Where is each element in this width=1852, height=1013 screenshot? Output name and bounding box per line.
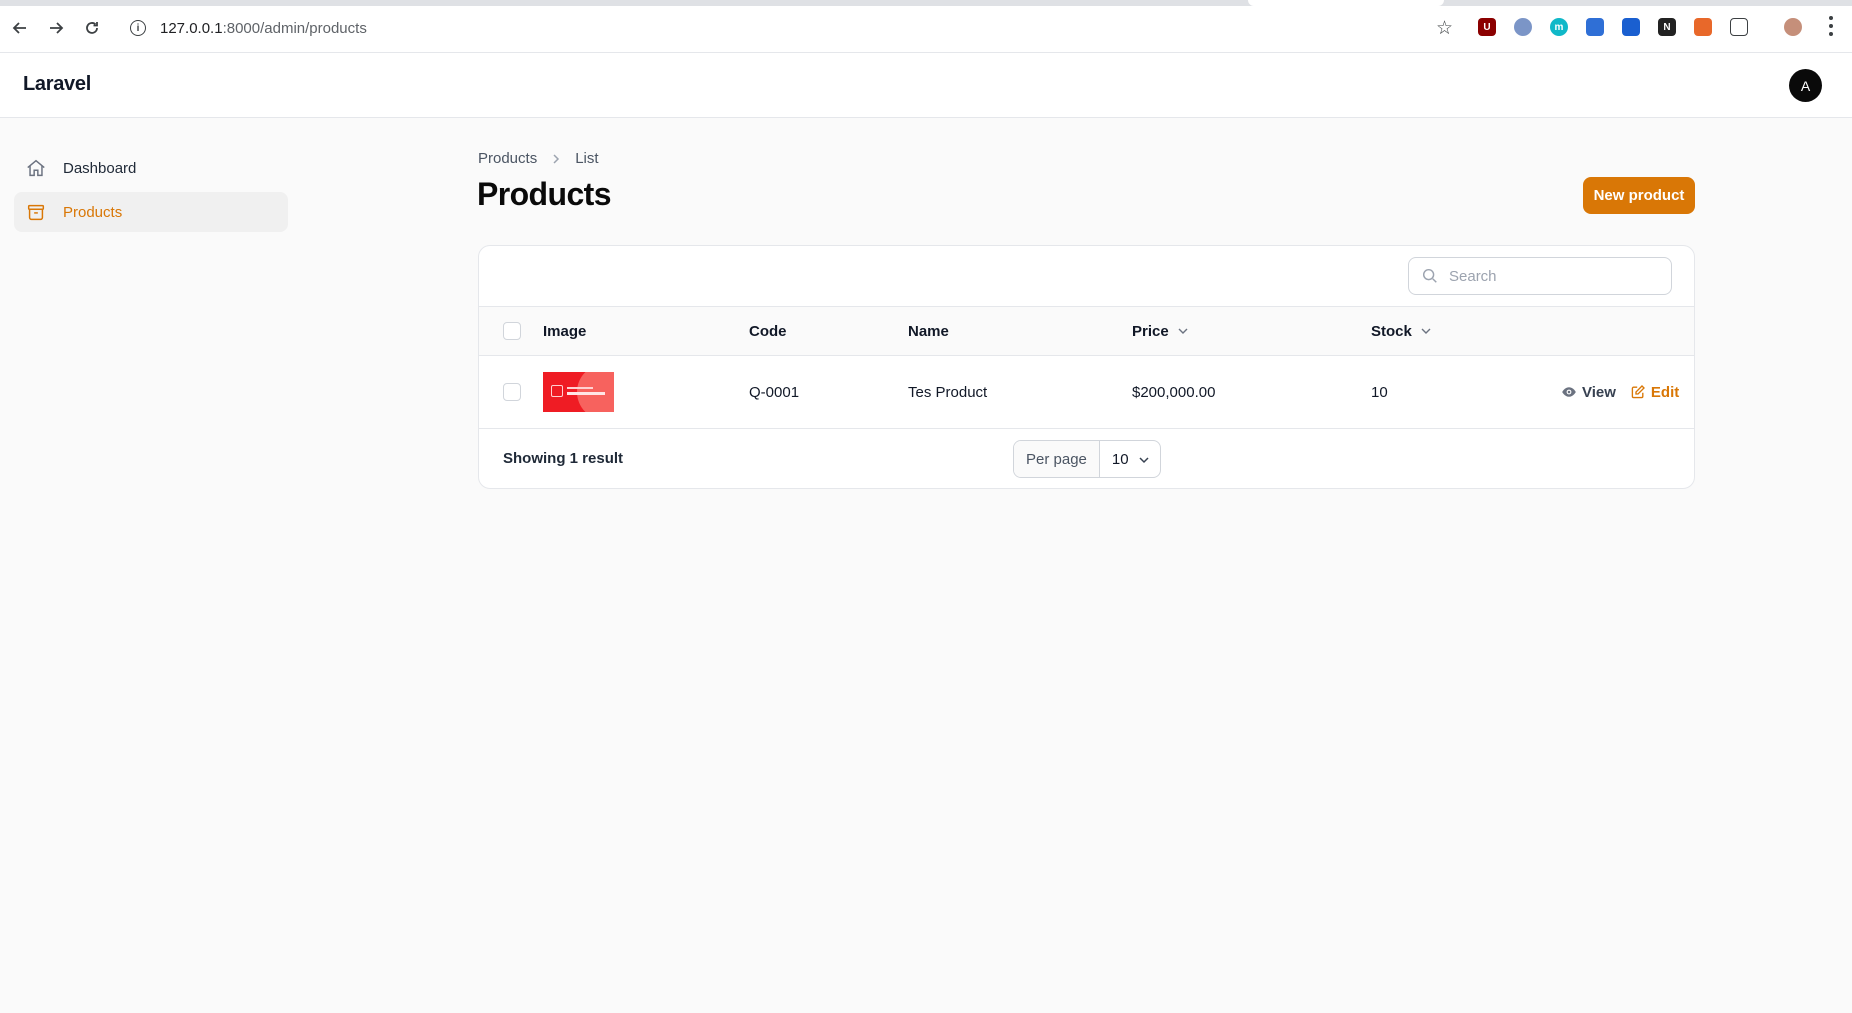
eye-icon: [1562, 387, 1576, 397]
name-cell: Tes Product: [908, 383, 988, 401]
chevron-right-icon: [551, 151, 561, 167]
code-cell: Q-0001: [749, 383, 800, 401]
sidebar-item-label: Products: [63, 203, 123, 221]
row-checkbox[interactable]: [503, 383, 521, 401]
forward-arrow-icon[interactable]: [44, 16, 68, 40]
stock-cell: 10: [1371, 383, 1388, 401]
edit-label: Edit: [1650, 383, 1680, 401]
back-arrow-icon[interactable]: [8, 16, 32, 40]
url-text[interactable]: 127.0.0.1:8000/admin/products: [160, 20, 367, 37]
sidebar: Dashboard Products: [14, 148, 288, 236]
column-header-label: Price: [1132, 322, 1169, 340]
puzzle-extensions-icon[interactable]: [1730, 18, 1748, 36]
profile-avatar-icon[interactable]: [1784, 18, 1802, 36]
view-label: View: [1582, 383, 1616, 401]
table-header: Image Code Name Price Stock: [479, 306, 1694, 356]
image-cell: [543, 356, 614, 428]
extension-icon[interactable]: [1694, 18, 1712, 36]
notion-extension-icon[interactable]: N: [1658, 18, 1676, 36]
per-page-dropdown[interactable]: 10: [1100, 441, 1160, 477]
row-select-cell: [503, 356, 521, 428]
column-header-price[interactable]: Price: [1132, 307, 1189, 355]
breadcrumb-item-products[interactable]: Products: [478, 150, 537, 167]
extension-icon[interactable]: [1514, 18, 1532, 36]
site-info-icon[interactable]: i: [130, 20, 146, 36]
home-icon: [24, 156, 48, 180]
select-all-cell: [503, 307, 521, 355]
pencil-square-icon: [1631, 385, 1645, 399]
per-page-value: 10: [1111, 450, 1129, 468]
reload-icon[interactable]: [80, 16, 104, 40]
column-header-label: Stock: [1371, 322, 1412, 340]
chevron-down-icon: [1139, 457, 1149, 464]
extension-icon[interactable]: m: [1550, 18, 1568, 36]
brand-logo[interactable]: Laravel: [23, 73, 91, 96]
sidebar-item-products[interactable]: Products: [14, 192, 288, 232]
browser-toolbar: i 127.0.0.1:8000/admin/products ☆ U m N: [0, 0, 1852, 53]
per-page-label: Per page: [1014, 441, 1100, 477]
extension-icon[interactable]: [1586, 18, 1604, 36]
product-thumbnail: [543, 372, 614, 412]
sidebar-item-label: Dashboard: [63, 159, 137, 177]
column-header-name: Name: [908, 322, 949, 340]
app-header: Laravel A: [0, 53, 1852, 118]
view-action-link[interactable]: View: [1561, 384, 1616, 401]
browser-menu-icon[interactable]: [1828, 16, 1834, 36]
tab-strip: [0, 0, 1852, 6]
chevron-down-icon: [1178, 328, 1188, 334]
table-footer: Showing 1 result Per page 10: [479, 429, 1694, 488]
page-title: Products: [477, 176, 611, 212]
row-actions: View Edit: [1547, 356, 1679, 428]
edit-action-link[interactable]: Edit: [1630, 384, 1679, 401]
results-count: Showing 1 result: [503, 450, 624, 467]
per-page-select[interactable]: Per page 10: [1013, 440, 1161, 478]
extensions-bar: U m N: [1478, 18, 1802, 36]
bookmark-star-icon[interactable]: ☆: [1436, 17, 1453, 40]
column-header-stock[interactable]: Stock: [1371, 307, 1432, 355]
column-header-image: Image: [543, 322, 587, 340]
search-box[interactable]: [1408, 257, 1672, 295]
products-table-card: Image Code Name Price Stock Q-0001 Tes P…: [478, 245, 1695, 489]
ublock-extension-icon[interactable]: U: [1478, 18, 1496, 36]
new-product-button[interactable]: New product: [1583, 177, 1695, 214]
search-input[interactable]: [1449, 267, 1649, 285]
sidebar-item-dashboard[interactable]: Dashboard: [14, 148, 288, 188]
active-tab[interactable]: [1248, 0, 1444, 6]
price-cell: $200,000.00: [1132, 383, 1216, 401]
extension-icon[interactable]: [1622, 18, 1640, 36]
table-row[interactable]: Q-0001 Tes Product $200,000.00 10 View E…: [479, 356, 1694, 429]
archive-box-icon: [24, 200, 48, 224]
chevron-down-icon: [1421, 328, 1431, 334]
select-all-checkbox[interactable]: [503, 322, 521, 340]
column-header-code: Code: [749, 322, 787, 340]
user-avatar[interactable]: A: [1789, 69, 1822, 102]
search-icon: [1422, 268, 1437, 283]
address-bar[interactable]: i 127.0.0.1:8000/admin/products ☆: [120, 11, 1463, 45]
breadcrumb: Products List: [478, 150, 599, 167]
breadcrumb-item-list: List: [575, 150, 599, 167]
